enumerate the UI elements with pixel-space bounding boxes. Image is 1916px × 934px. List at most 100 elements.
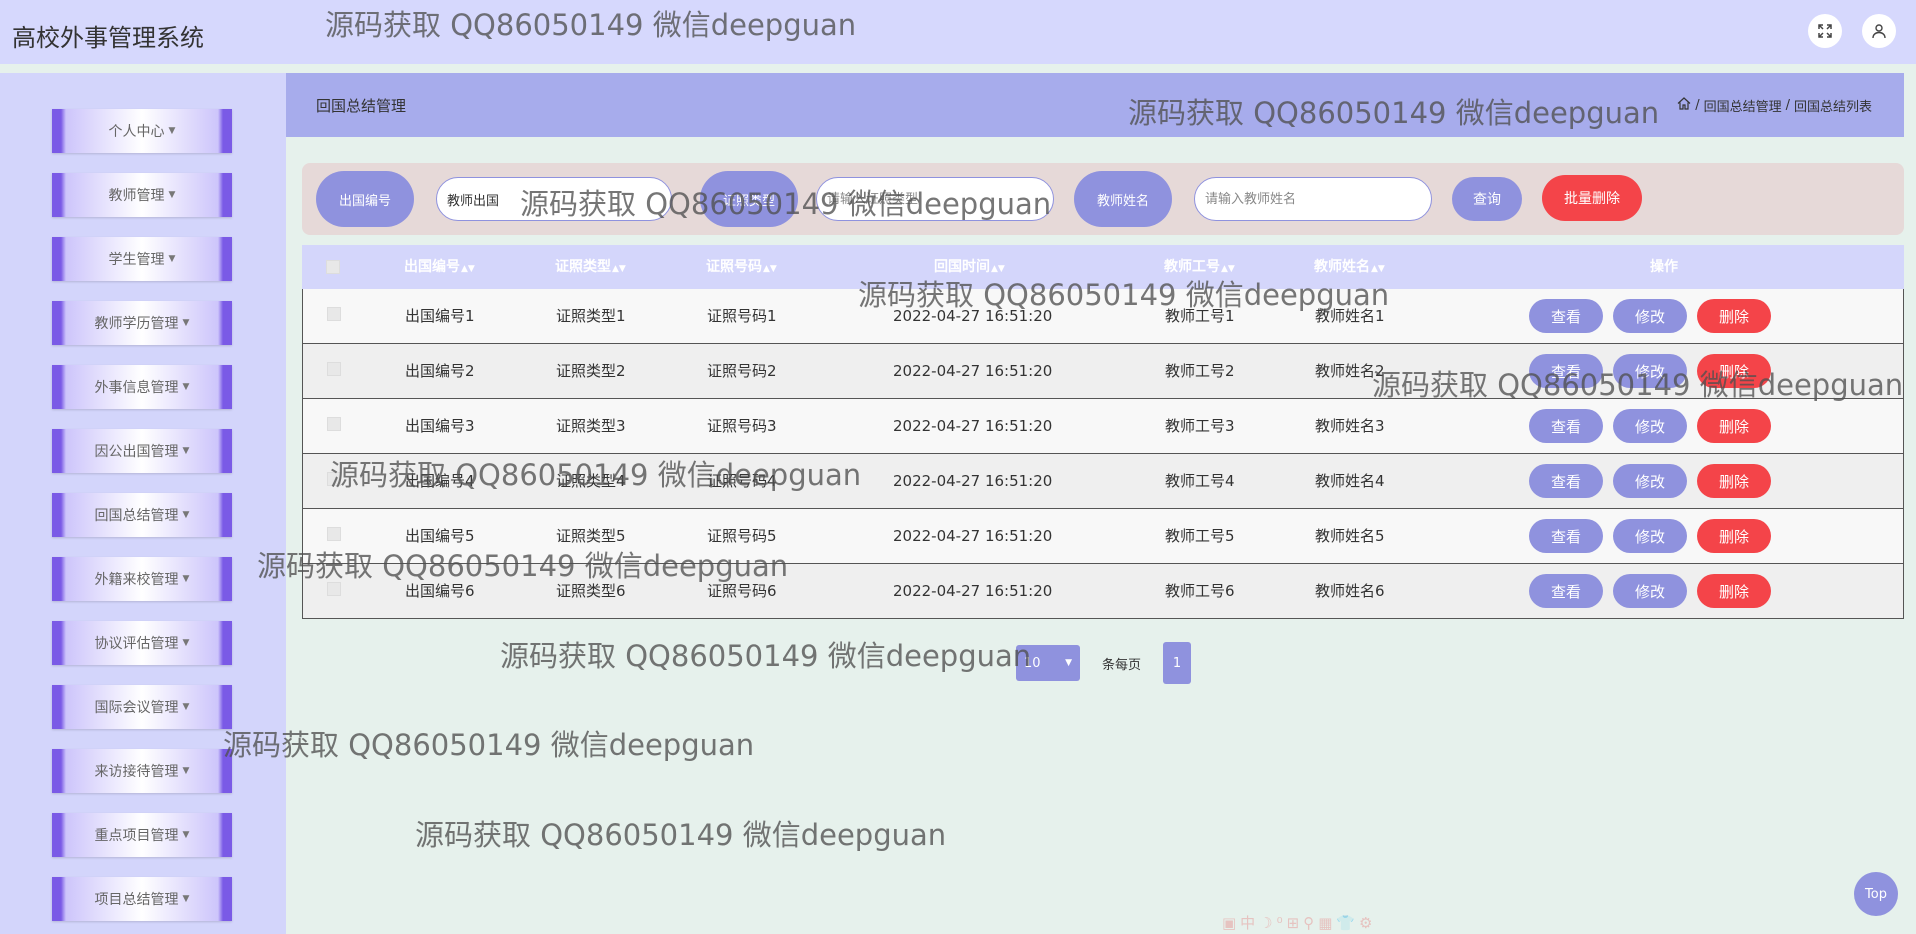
column-header-teacher-id[interactable]: 教师工号▲▼ <box>1164 245 1235 289</box>
edit-button[interactable]: 修改 <box>1613 464 1687 498</box>
row-checkbox[interactable] <box>327 362 341 376</box>
data-table: 出国编号▲▼ 证照类型▲▼ 证照号码▲▼ 回国时间▲▼ 教师工号▲▼ 教师姓名▲… <box>302 245 1904 619</box>
chevron-down-icon: ▼ <box>168 254 176 264</box>
cell-teacher-name: 教师姓名3 <box>1315 417 1385 435</box>
breadcrumb-item[interactable]: 回国总结管理 <box>1704 96 1782 115</box>
back-to-top-button[interactable]: Top <box>1854 872 1898 916</box>
table-header: 出国编号▲▼ 证照类型▲▼ 证照号码▲▼ 回国时间▲▼ 教师工号▲▼ 教师姓名▲… <box>302 245 1904 289</box>
cell-return-time: 2022-04-27 16:51:20 <box>893 582 1053 600</box>
sidebar-item-label: 国际会议管理 <box>94 700 179 716</box>
ime-toolbar: ▣中☽⁰⊞⚲▦👕⚙ <box>1222 914 1377 932</box>
column-header-abroad-number[interactable]: 出国编号▲▼ <box>404 245 475 289</box>
sidebar-item-label: 重点项目管理 <box>94 828 179 844</box>
cell-license-type: 证照类型1 <box>556 307 626 325</box>
delete-button[interactable]: 删除 <box>1697 519 1771 553</box>
view-button[interactable]: 查看 <box>1529 574 1603 608</box>
row-checkbox[interactable] <box>327 307 341 321</box>
view-button[interactable]: 查看 <box>1529 299 1603 333</box>
delete-button[interactable]: 删除 <box>1697 409 1771 443</box>
cell-abroad-number: 出国编号3 <box>405 417 475 435</box>
row-checkbox[interactable] <box>327 582 341 596</box>
cell-return-time: 2022-04-27 16:51:20 <box>893 527 1053 545</box>
cell-abroad-number: 出国编号1 <box>405 307 475 325</box>
table-row: 出国编号5 证照类型5 证照号码5 2022-04-27 16:51:20 教师… <box>302 509 1904 564</box>
row-checkbox[interactable] <box>327 417 341 431</box>
page-size-select[interactable]: 10 ▼ <box>1016 645 1080 681</box>
column-header-teacher-name[interactable]: 教师姓名▲▼ <box>1314 245 1385 289</box>
view-button[interactable]: 查看 <box>1529 464 1603 498</box>
edit-button[interactable]: 修改 <box>1613 299 1687 333</box>
query-button[interactable]: 查询 <box>1452 177 1522 221</box>
sidebar-item-label: 教师学历管理 <box>94 316 179 332</box>
cell-license-number: 证照号码2 <box>707 362 777 380</box>
teacher-name-input[interactable] <box>1194 177 1432 221</box>
filter-label-teacher-name: 教师姓名 <box>1074 171 1172 227</box>
cell-license-type: 证照类型3 <box>556 417 626 435</box>
cell-teacher-name: 教师姓名6 <box>1315 582 1385 600</box>
sidebar: 个人中心 ▼ 教师管理 ▼ 学生管理 ▼ 教师学历管理 ▼ 外事信息管理 ▼ 因公出国管理… <box>0 73 286 934</box>
cell-teacher-id: 教师工号1 <box>1165 307 1235 325</box>
abroad-number-input[interactable] <box>436 177 672 221</box>
column-header-return-time[interactable]: 回国时间▲▼ <box>934 245 1005 289</box>
delete-button[interactable]: 删除 <box>1697 574 1771 608</box>
chevron-down-icon: ▼ <box>182 830 190 840</box>
sidebar-item-key-projects[interactable]: 重点项目管理 ▼ <box>52 813 232 857</box>
cell-teacher-name: 教师姓名4 <box>1315 472 1385 490</box>
sidebar-item-official-abroad[interactable]: 因公出国管理 ▼ <box>52 429 232 473</box>
delete-button[interactable]: 删除 <box>1697 299 1771 333</box>
view-button[interactable]: 查看 <box>1529 519 1603 553</box>
page-number-button[interactable]: 1 <box>1163 642 1192 684</box>
sidebar-item-project-summary[interactable]: 项目总结管理 ▼ <box>52 877 232 921</box>
edit-button[interactable]: 修改 <box>1613 409 1687 443</box>
chevron-down-icon: ▼ <box>182 382 190 392</box>
column-header-license-number[interactable]: 证照号码▲▼ <box>706 245 777 289</box>
edit-button[interactable]: 修改 <box>1613 574 1687 608</box>
table-row: 出国编号6 证照类型6 证照号码6 2022-04-27 16:51:20 教师… <box>302 564 1904 619</box>
column-header-license-type[interactable]: 证照类型▲▼ <box>555 245 626 289</box>
page-title: 回国总结管理 <box>316 96 407 115</box>
edit-button[interactable]: 修改 <box>1613 354 1687 388</box>
cell-teacher-name: 教师姓名5 <box>1315 527 1385 545</box>
sidebar-item-foreign-affairs-info[interactable]: 外事信息管理 ▼ <box>52 365 232 409</box>
cell-license-number: 证照号码1 <box>707 307 777 325</box>
fullscreen-icon[interactable] <box>1808 14 1842 48</box>
chevron-down-icon: ▼ <box>1065 658 1072 668</box>
batch-delete-button[interactable]: 批量删除 <box>1542 175 1642 221</box>
cell-teacher-id: 教师工号2 <box>1165 362 1235 380</box>
license-type-input[interactable] <box>816 177 1054 221</box>
select-all-checkbox[interactable] <box>326 260 340 274</box>
sidebar-item-return-summary[interactable]: 回国总结管理 ▼ <box>52 493 232 537</box>
home-icon[interactable] <box>1677 96 1691 114</box>
delete-button[interactable]: 删除 <box>1697 464 1771 498</box>
cell-license-number: 证照号码3 <box>707 417 777 435</box>
cell-license-type: 证照类型5 <box>556 527 626 545</box>
row-checkbox[interactable] <box>327 472 341 486</box>
sidebar-item-personal-center[interactable]: 个人中心 ▼ <box>52 109 232 153</box>
table-row: 出国编号2 证照类型2 证照号码2 2022-04-27 16:51:20 教师… <box>302 344 1904 399</box>
sidebar-item-teacher-education[interactable]: 教师学历管理 ▼ <box>52 301 232 345</box>
sidebar-item-agreement-evaluation[interactable]: 协议评估管理 ▼ <box>52 621 232 665</box>
chevron-down-icon: ▼ <box>182 318 190 328</box>
sidebar-item-international-conference[interactable]: 国际会议管理 ▼ <box>52 685 232 729</box>
user-icon[interactable] <box>1862 14 1896 48</box>
view-button[interactable]: 查看 <box>1529 409 1603 443</box>
sidebar-item-label: 回国总结管理 <box>94 508 179 524</box>
edit-button[interactable]: 修改 <box>1613 519 1687 553</box>
sidebar-item-teachers[interactable]: 教师管理 ▼ <box>52 173 232 217</box>
sidebar-item-visitor-reception[interactable]: 来访接待管理 ▼ <box>52 749 232 793</box>
sidebar-item-foreign-visitors[interactable]: 外籍来校管理 ▼ <box>52 557 232 601</box>
sort-icon: ▲▼ <box>763 264 777 274</box>
delete-button[interactable]: 删除 <box>1697 354 1771 388</box>
cell-abroad-number: 出国编号5 <box>405 527 475 545</box>
cell-license-type: 证照类型4 <box>556 472 626 490</box>
sort-icon: ▲▼ <box>1221 264 1235 274</box>
sort-icon: ▲▼ <box>991 264 1005 274</box>
table-row: 出国编号4 证照类型4 证照号码4 2022-04-27 16:51:20 教师… <box>302 454 1904 509</box>
cell-return-time: 2022-04-27 16:51:20 <box>893 307 1053 325</box>
column-header-actions: 操作 <box>1650 259 1678 275</box>
sidebar-item-students[interactable]: 学生管理 ▼ <box>52 237 232 281</box>
pagination: 10 ▼ 条每页 1 <box>1016 642 1192 684</box>
row-checkbox[interactable] <box>327 527 341 541</box>
chevron-down-icon: ▼ <box>182 894 190 904</box>
view-button[interactable]: 查看 <box>1529 354 1603 388</box>
